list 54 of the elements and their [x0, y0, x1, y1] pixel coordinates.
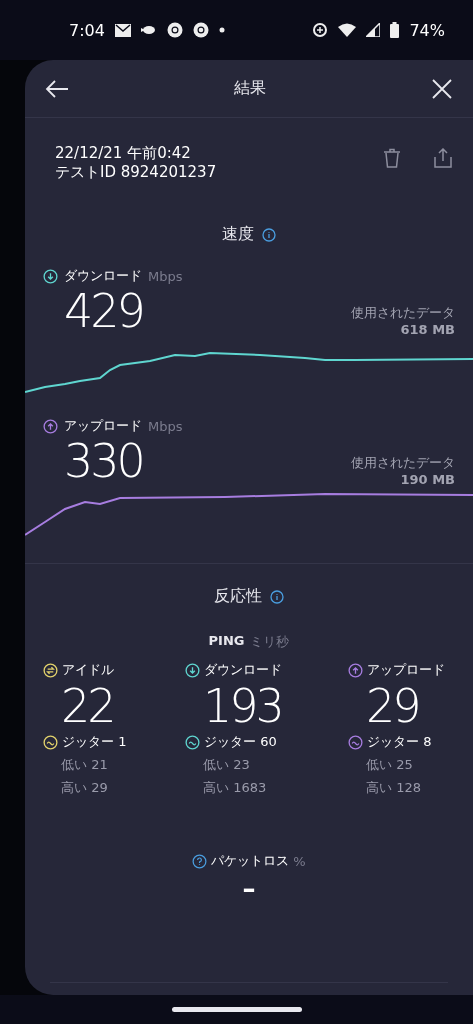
ping-high: 高い 1683: [202, 779, 268, 797]
metric-label: ダウンロード: [64, 267, 142, 285]
trash-icon: [383, 148, 401, 168]
wave-icon: [348, 734, 363, 750]
dot-icon: [218, 27, 225, 33]
wave-icon: [185, 734, 200, 750]
share-icon: [433, 148, 453, 168]
jitter-value: ジッター 1: [62, 733, 127, 751]
ping-value: 193: [202, 679, 282, 733]
ping-value: 22: [60, 679, 114, 733]
packet-loss-label: パケットロス: [211, 852, 290, 870]
wifi-icon: [338, 23, 357, 37]
wave-icon: [43, 734, 58, 750]
jitter-value: ジッター 8: [367, 733, 432, 751]
ping-value: 29: [365, 679, 419, 733]
help-icon[interactable]: [192, 853, 208, 869]
signal-icon: [366, 23, 381, 37]
packet-loss-unit: %: [293, 853, 306, 869]
battery-level: 74%: [409, 20, 445, 40]
ping-label: ダウンロード: [204, 661, 282, 679]
ping-low: 低い 21: [60, 756, 109, 774]
ping-label: アップロード: [367, 661, 445, 679]
ping-unit: ミリ秒: [250, 633, 290, 651]
ping-label: アイドル: [62, 661, 114, 679]
jitter-value: ジッター 60: [204, 733, 277, 751]
test-datetime: 22/12/21 午前0:42: [55, 144, 192, 163]
ping-high: 高い 29: [60, 779, 109, 797]
speed-value: 330: [64, 435, 143, 487]
metric-unit: Mbps: [148, 268, 183, 284]
section-title: 反応性: [214, 586, 262, 607]
ping-low: 低い 23: [202, 756, 251, 774]
section-title: 速度: [222, 224, 254, 245]
browser-icon: [192, 22, 209, 38]
info-icon[interactable]: [270, 589, 284, 604]
screen-title: 結果: [234, 78, 266, 99]
data-used-label: 使用されたデータ: [351, 304, 455, 322]
ping-high: 高い 128: [365, 779, 422, 797]
ping-label: PING: [208, 633, 245, 650]
ping-low: 低い 25: [365, 756, 414, 774]
data-used-value: 618 MB: [400, 322, 455, 337]
packet-loss-value: –: [242, 874, 256, 904]
data-used-label: 使用されたデータ: [351, 454, 455, 472]
test-id: テストID 8924201237: [55, 163, 217, 182]
metric-label: アップロード: [64, 417, 142, 435]
battery-icon: [390, 22, 400, 38]
clock: 7:04: [69, 20, 105, 40]
browser-icon: [166, 22, 183, 38]
home-handle[interactable]: [171, 1007, 302, 1012]
info-icon[interactable]: [262, 227, 276, 242]
mail-icon: [114, 23, 131, 37]
metric-unit: Mbps: [148, 418, 183, 434]
data-used-value: 190 MB: [400, 472, 455, 487]
data-saver-icon: [312, 22, 329, 38]
speed-value: 429: [64, 285, 143, 337]
